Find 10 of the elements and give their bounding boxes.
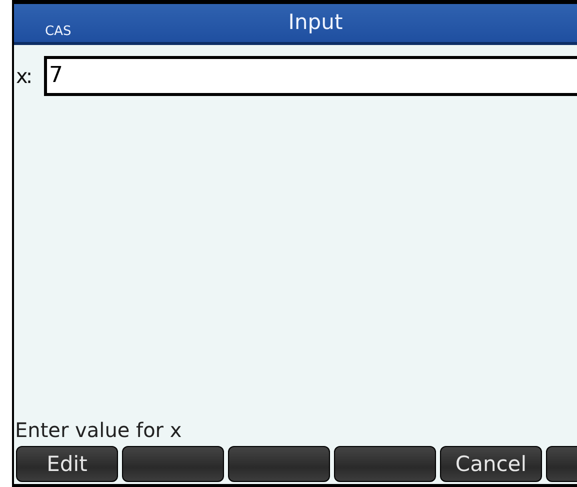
help-text: Enter value for x [14,418,183,444]
softkey[interactable] [228,446,330,482]
window-title: Input [287,10,343,36]
softkey[interactable] [334,446,436,482]
input-field[interactable]: 7 [44,56,577,96]
softkey[interactable]: Edit [16,446,118,482]
field-label: x: [15,64,32,88]
softkey[interactable] [122,446,224,482]
softkey[interactable]: Cancel [440,446,542,482]
mode-indicator: CAS [45,24,72,39]
